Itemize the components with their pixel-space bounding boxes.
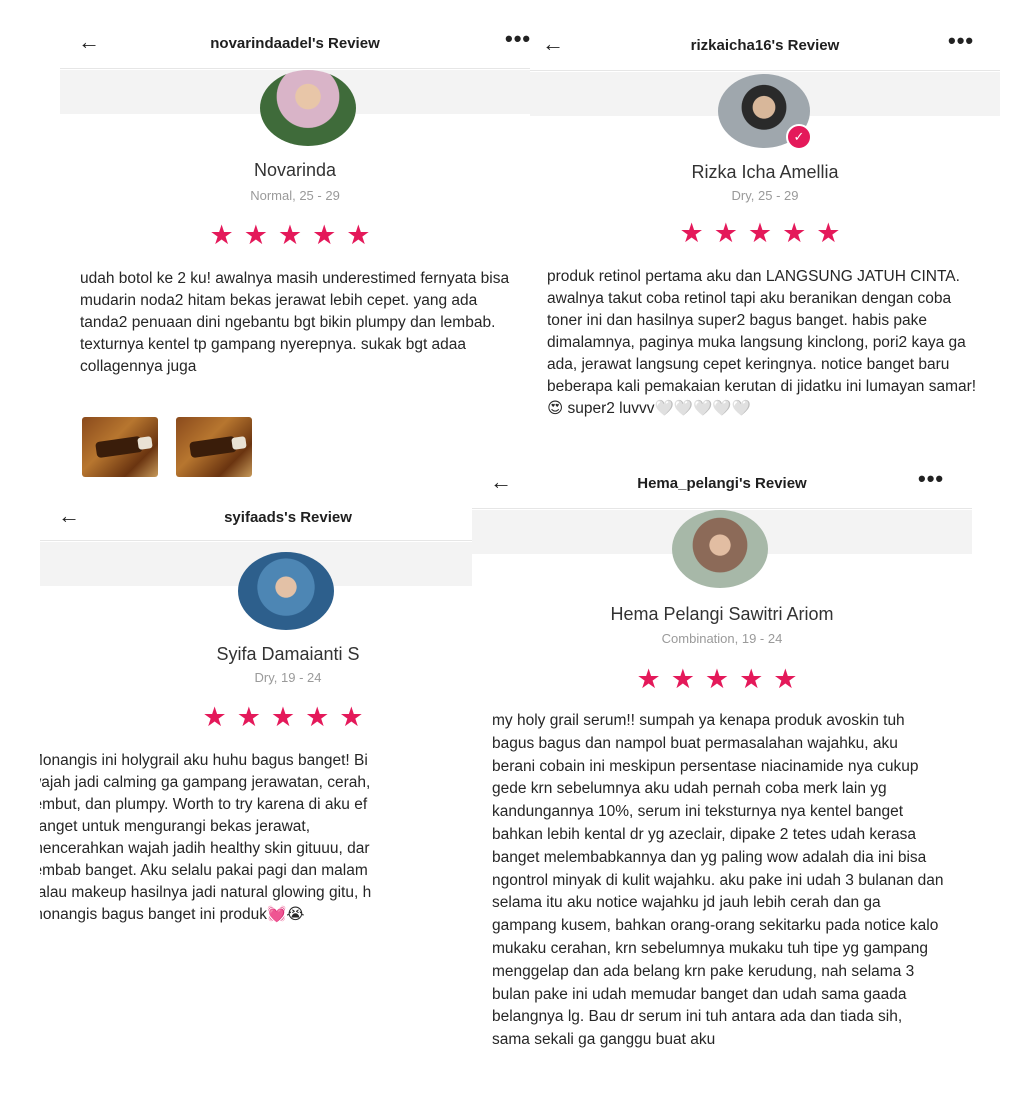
header-divider <box>40 540 472 541</box>
header-divider <box>530 70 1000 71</box>
reviewer-skin-age: Dry, 25 - 29 <box>731 188 799 203</box>
review-card-rizkaicha16: ← rizkaicha16's Review ••• ✓ Rizka Icha … <box>530 24 1000 444</box>
review-header: ← Hema_pelangi's Review ••• <box>472 462 972 506</box>
rating-stars: ★★★★★ <box>202 702 374 732</box>
header-divider <box>60 68 530 69</box>
rating-stars: ★★★★★ <box>636 664 808 694</box>
review-photo-2[interactable] <box>176 417 252 477</box>
verified-badge-icon: ✓ <box>786 124 812 150</box>
reviewer-name: Novarinda <box>253 160 337 180</box>
rating-stars: ★★★★★ <box>679 218 851 248</box>
review-text: udah botol ke 2 ku! awalnya masih undere… <box>80 270 510 375</box>
review-text: produk retinol pertama aku dan LANGSUNG … <box>547 268 977 417</box>
review-header: ← rizkaicha16's Review ••• <box>530 24 1000 68</box>
review-text-line: Monangis ini holygrail aku huhu bagus ba… <box>40 752 368 769</box>
review-photo-1[interactable] <box>82 417 158 477</box>
review-text-line: lembab banget. Aku selalu pakai pagi dan… <box>40 862 368 879</box>
avatar[interactable] <box>260 70 356 146</box>
review-text-line: lembut, dan plumpy. Worth to try karena … <box>40 796 368 813</box>
review-header-title: novarindaadel's Review <box>210 35 380 52</box>
back-arrow-icon[interactable]: ← <box>58 504 80 528</box>
review-header-title: rizkaicha16's Review <box>690 37 840 54</box>
review-card-novarindaadel: ← novarindaadel's Review ••• Novarinda N… <box>60 22 530 482</box>
rating-stars: ★★★★★ <box>209 220 381 250</box>
review-header-title: Hema_pelangi's Review <box>637 475 807 492</box>
review-text-line: monangis bagus banget ini produk💓😭 <box>40 906 305 923</box>
avatar[interactable] <box>238 552 334 630</box>
more-options-icon[interactable]: ••• <box>948 28 974 54</box>
reviewer-name: Syifa Damaianti S <box>216 644 360 664</box>
review-text: my holy grail serum!! sumpah ya kenapa p… <box>492 712 944 1049</box>
avatar[interactable] <box>672 510 768 588</box>
reviewer-skin-age: Dry, 19 - 24 <box>254 670 322 685</box>
reviewer-name: Hema Pelangi Sawitri Ariom <box>610 604 834 624</box>
review-card-hema-pelangi: ← Hema_pelangi's Review ••• Hema Pelangi… <box>472 462 972 1106</box>
review-text-line: kalau makeup hasilnya jadi natural glowi… <box>40 884 372 901</box>
reviewer-skin-age: Combination, 19 - 24 <box>661 631 783 646</box>
review-header-title: syifaads's Review <box>224 509 352 526</box>
review-text-line: mencerahkan wajah jadih healthy skin git… <box>40 840 370 857</box>
review-text-line: banget untuk mengurangi bekas jerawat, <box>40 818 311 835</box>
review-text-line: wajah jadi calming ga gampang jerawatan,… <box>40 774 371 791</box>
reviewer-name: Rizka Icha Amellia <box>691 162 839 182</box>
review-header: ← novarindaadel's Review ••• <box>60 22 530 66</box>
more-options-icon[interactable]: ••• <box>918 466 944 492</box>
review-card-syifaads: ← syifaads's Review Syifa Damaianti S Dr… <box>40 496 472 946</box>
header-divider <box>472 508 972 509</box>
reviewer-skin-age: Normal, 25 - 29 <box>250 188 340 203</box>
more-options-icon[interactable]: ••• <box>505 26 530 52</box>
review-text: Monangis ini holygrail aku huhu bagus ba… <box>40 750 472 930</box>
review-header: ← syifaads's Review <box>40 496 472 540</box>
